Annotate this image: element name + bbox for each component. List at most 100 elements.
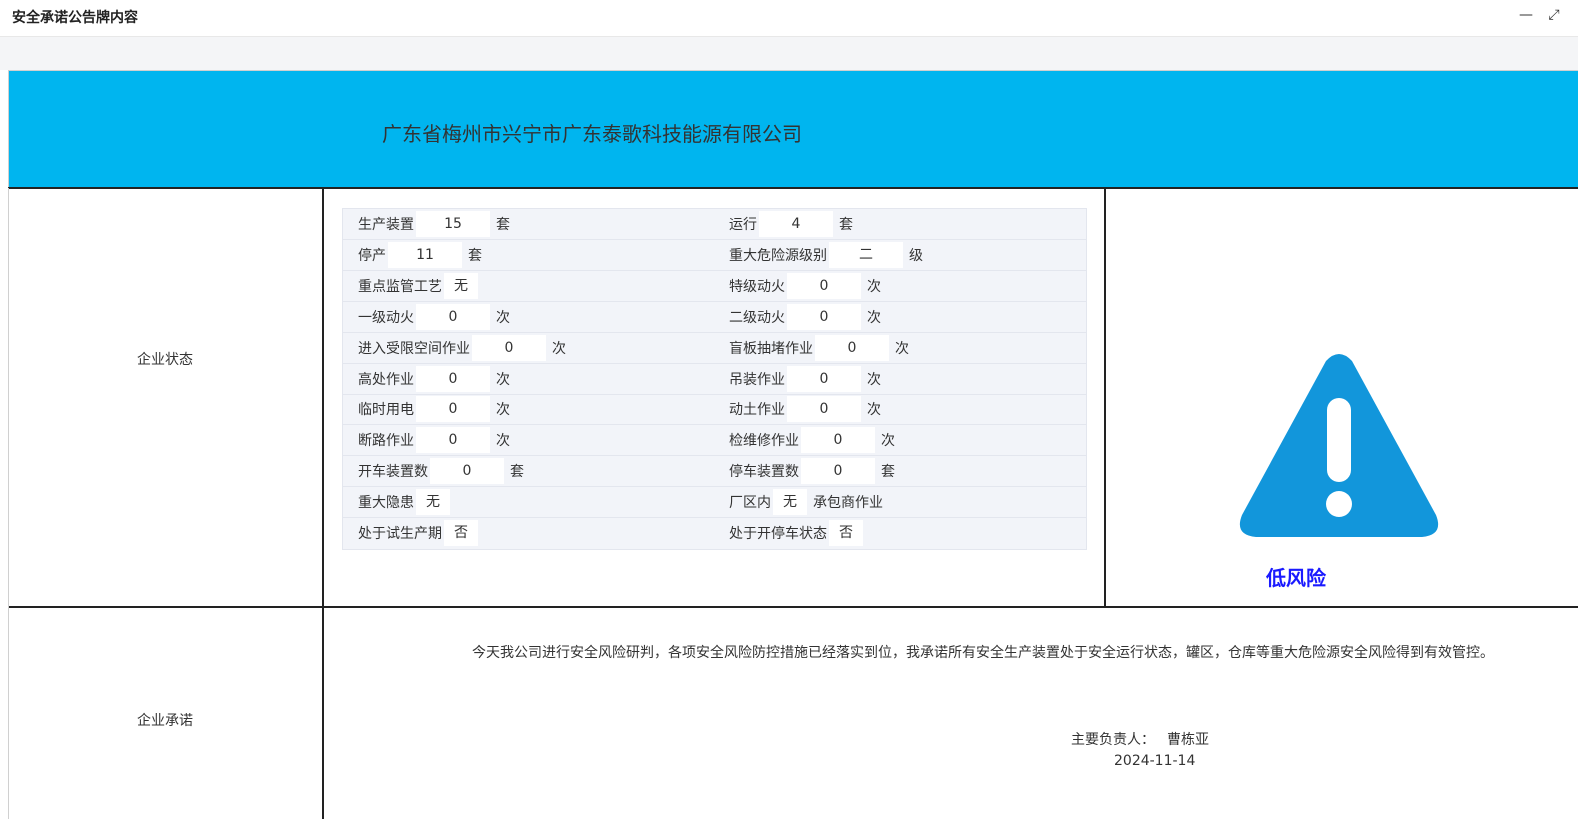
- status-value: 0: [416, 427, 490, 454]
- status-unit: 次: [867, 371, 881, 388]
- status-row: 断路作业 0 次检维修作业 0 次: [343, 425, 1086, 457]
- window-titlebar: 安全承诺公告牌内容 — ⤢: [0, 0, 1578, 37]
- status-unit: 次: [552, 340, 566, 357]
- status-label: 动土作业: [729, 402, 785, 419]
- divider: [8, 606, 1578, 608]
- status-cell: 一级动火 0 次: [358, 302, 510, 332]
- status-cell: 盲板抽堵作业 0 次: [729, 333, 909, 363]
- status-cell: 检维修作业 0 次: [729, 425, 895, 455]
- signer-line: 主要负责人： 曹栋亚: [1071, 729, 1209, 749]
- status-label: 厂区内: [729, 495, 771, 512]
- status-value: 0: [416, 396, 490, 423]
- status-cell: 重大隐患无: [358, 487, 456, 517]
- status-unit: 承包商作业: [813, 495, 883, 512]
- status-label: 高处作业: [358, 371, 414, 388]
- status-label: 处于试生产期: [358, 526, 442, 542]
- minimize-icon[interactable]: —: [1516, 5, 1536, 25]
- pledge-text: 今天我公司进行安全风险研判，各项安全风险防控措施已经落实到位，我承诺所有安全生产…: [472, 645, 1494, 661]
- status-unit: 套: [468, 247, 482, 264]
- status-value: 0: [801, 427, 875, 454]
- status-row: 高处作业 0 次吊装作业 0 次: [343, 364, 1086, 395]
- status-label: 开车装置数: [358, 464, 428, 481]
- status-cell: 高处作业 0 次: [358, 364, 510, 394]
- status-value: 否: [444, 520, 478, 546]
- status-unit: 次: [867, 309, 881, 326]
- status-row: 一级动火 0 次二级动火 0 次: [343, 302, 1086, 333]
- status-label: 一级动火: [358, 309, 414, 326]
- status-cell: 临时用电 0 次: [358, 394, 510, 424]
- status-cell: 进入受限空间作业 0 次: [358, 333, 566, 363]
- status-value: 二: [829, 241, 903, 268]
- status-value: 无: [773, 489, 807, 516]
- status-value: 无: [416, 489, 450, 516]
- signer-name: 曹栋亚: [1167, 732, 1209, 748]
- maximize-icon[interactable]: ⤢: [1544, 5, 1564, 25]
- status-unit: 套: [839, 217, 853, 233]
- status-unit: 套: [510, 464, 524, 481]
- status-value: 0: [787, 303, 861, 330]
- status-value: 0: [815, 334, 889, 361]
- pledge-section-label: 企业承诺: [137, 713, 193, 729]
- status-label: 重大隐患: [358, 495, 414, 512]
- status-row: 开车装置数 0 套停车装置数 0 套: [343, 456, 1086, 488]
- divider: [1104, 188, 1106, 607]
- status-cell: 厂区内无承包商作业: [729, 487, 883, 517]
- status-unit: 次: [496, 433, 510, 450]
- status-cell: 二级动火 0 次: [729, 302, 881, 332]
- status-cell: 处于开停车状态否: [729, 518, 869, 548]
- status-value: 0: [801, 458, 875, 485]
- status-label: 二级动火: [729, 309, 785, 326]
- status-row: 临时用电 0 次动土作业 0 次: [343, 394, 1086, 426]
- status-cell: 生产装置 15 套: [358, 209, 510, 239]
- status-unit: 次: [496, 402, 510, 419]
- status-value: 0: [787, 272, 861, 299]
- status-cell: 特级动火 0 次: [729, 271, 881, 301]
- company-banner: 广东省梅州市兴宁市广东泰歌科技能源有限公司: [8, 70, 1578, 189]
- status-value: 0: [787, 396, 861, 423]
- status-cell: 停车装置数 0 套: [729, 456, 895, 486]
- status-unit: 次: [881, 433, 895, 450]
- status-cell: 重点监管工艺无: [358, 271, 484, 301]
- status-unit: 次: [867, 278, 881, 295]
- status-cell: 运行 4 套: [729, 209, 853, 239]
- status-value: 否: [829, 520, 863, 546]
- status-value: 0: [430, 458, 504, 485]
- status-label: 重点监管工艺: [358, 278, 442, 295]
- status-value: 0: [416, 365, 490, 392]
- status-unit: 次: [496, 371, 510, 388]
- risk-level-text: 低风险: [1266, 566, 1326, 590]
- status-label: 吊装作业: [729, 371, 785, 388]
- status-row: 停产 11 套 重大危险源级别二级: [343, 240, 1086, 271]
- status-unit: 套: [496, 217, 510, 233]
- status-cell: 重大危险源级别二级: [729, 240, 923, 270]
- status-row: 生产装置 15 套 运行 4 套: [343, 209, 1086, 240]
- status-label: 进入受限空间作业: [358, 340, 470, 357]
- status-value: 0: [416, 303, 490, 330]
- status-cell: 动土作业 0 次: [729, 394, 881, 424]
- status-label: 处于开停车状态: [729, 526, 827, 542]
- status-unit: 次: [867, 402, 881, 419]
- status-label: 重大危险源级别: [729, 247, 827, 264]
- window-title: 安全承诺公告牌内容: [12, 10, 138, 26]
- status-value: 无: [444, 272, 478, 299]
- status-value: 0: [787, 365, 861, 392]
- status-grid: 生产装置 15 套运行 4 套停产 11 套重大危险源级别二级重点监管工艺无特级动火 0 次一级…: [342, 208, 1087, 550]
- divider: [8, 187, 1578, 189]
- sign-date: 2024-11-14: [1114, 753, 1196, 769]
- toolbar-strip: [0, 37, 1578, 70]
- status-cell: 停产 11 套: [358, 240, 482, 270]
- signer-label: 主要负责人：: [1071, 732, 1155, 748]
- status-cell: 开车装置数 0 套: [358, 456, 524, 486]
- status-unit: 套: [881, 464, 895, 481]
- divider: [322, 188, 324, 819]
- status-row: 重点监管工艺无 特级动火 0 次: [343, 271, 1086, 302]
- company-name: 广东省梅州市兴宁市广东泰歌科技能源有限公司: [382, 122, 802, 146]
- status-cell: 处于试生产期否: [358, 518, 484, 548]
- status-row: 处于试生产期否处于开停车状态否: [343, 518, 1086, 548]
- status-label: 检维修作业: [729, 433, 799, 450]
- status-label: 停产: [358, 247, 386, 264]
- status-row: 重大隐患无厂区内无承包商作业: [343, 487, 1086, 519]
- status-unit: 次: [496, 309, 510, 326]
- status-label: 运行: [729, 217, 757, 233]
- status-section-label: 企业状态: [137, 352, 193, 368]
